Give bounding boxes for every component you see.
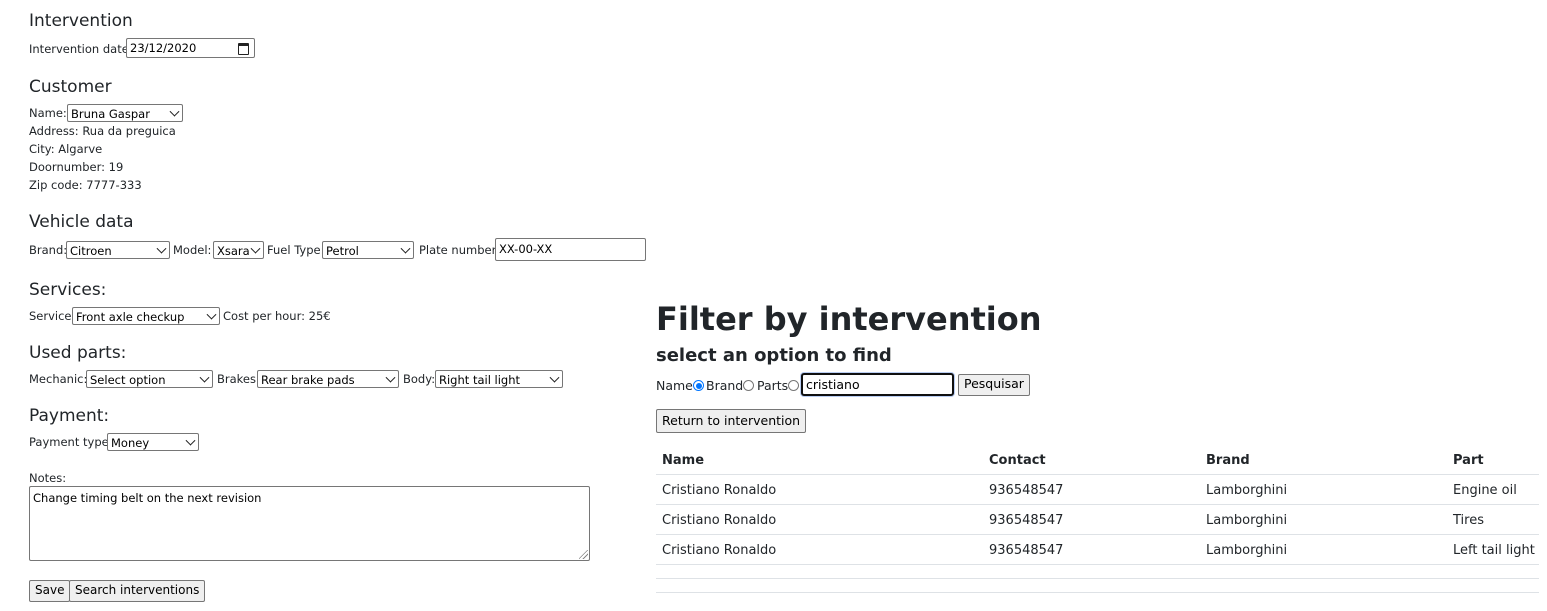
cell-part: Tires [1453,513,1484,528]
table-divider [656,474,1539,475]
chevron-down-icon [169,106,180,117]
chevron-down-icon [400,243,411,254]
parts-heading: Used parts: [29,343,127,363]
filter-title: Filter by intervention [656,300,1042,338]
search-interventions-button[interactable]: Search interventions [69,580,206,602]
mechanic-label: Mechanic: [29,372,88,386]
vehicle-fuel-select[interactable]: Petrol [322,241,414,259]
customer-name-select[interactable]: Bruna Gaspar [67,104,183,122]
cell-contact: 936548547 [989,543,1064,558]
radio-brand[interactable] [743,380,754,391]
radio-name[interactable] [693,380,704,391]
mechanic-select[interactable]: Select option [86,370,213,388]
resize-grip-icon[interactable] [579,550,588,559]
chevron-down-icon [185,435,196,446]
mechanic-value: Select option [90,373,166,387]
cell-contact: 936548547 [989,483,1064,498]
chevron-down-icon [549,372,560,383]
customer-heading: Customer [29,77,112,97]
chevron-down-icon [156,243,167,254]
cell-brand: Lamborghini [1206,483,1288,498]
radio-parts[interactable] [788,380,799,391]
radio-parts-label: Parts [757,378,789,393]
body-select[interactable]: Right tail light [435,370,563,388]
pesquisar-button[interactable]: Pesquisar [958,374,1030,396]
intervention-date-label: Intervention date: [29,42,133,56]
customer-name-label: Name: [29,106,67,120]
vehicle-model-label: Model: [173,243,212,257]
vehicle-model-select[interactable]: Xsara [213,241,264,259]
table-divider [656,578,1539,579]
chevron-down-icon [199,372,210,383]
vehicle-fuel-value: Petrol [326,244,359,258]
table-divider [656,504,1539,505]
vehicle-plate-label: Plate number: [419,243,500,257]
return-to-intervention-button[interactable]: Return to intervention [656,409,807,433]
filter-subtitle: select an option to find [656,345,892,366]
service-select[interactable]: Front axle checkup [72,307,220,325]
cost-per-hour: Cost per hour: 25€ [223,309,331,323]
customer-name-value: Bruna Gaspar [71,107,150,121]
payment-heading: Payment: [29,406,110,426]
page: Intervention Intervention date: 23/12/20… [0,0,1547,611]
brakes-select[interactable]: Rear brake pads [257,370,399,388]
radio-name-label: Name [656,378,693,393]
radio-brand-label: Brand [706,378,744,393]
notes-textarea[interactable]: Change timing belt on the next revision [29,486,590,561]
vehicle-brand-label: Brand: [29,243,68,257]
body-value: Right tail light [439,373,521,387]
customer-doornumber: Doornumber: 19 [29,160,124,174]
save-button[interactable]: Save [29,580,71,602]
payment-type-select[interactable]: Money [107,433,199,451]
cell-name: Cristiano Ronaldo [662,543,777,558]
payment-type-label: Payment type: [29,435,113,449]
cell-part: Left tail light [1453,543,1535,558]
table-divider [656,534,1539,535]
notes-label: Notes: [29,471,67,485]
customer-address: Address: Rua da preguica [29,124,176,138]
cell-name: Cristiano Ronaldo [662,513,777,528]
vehicle-fuel-label: Fuel Type: [267,243,325,257]
intervention-date-input[interactable]: 23/12/2020 [126,38,255,58]
notes-value: Change timing belt on the next revision [33,491,262,505]
intervention-heading: Intervention [29,11,133,31]
cell-part: Engine oil [1453,483,1517,498]
cell-contact: 936548547 [989,513,1064,528]
service-label: Service: [29,309,76,323]
column-header-brand: Brand [1206,453,1250,468]
calendar-icon[interactable] [238,43,249,55]
column-header-contact: Contact [989,453,1046,468]
chevron-down-icon [206,309,217,320]
vehicle-model-value: Xsara [217,244,250,258]
intervention-date-value: 23/12/2020 [130,41,197,55]
brakes-value: Rear brake pads [261,373,355,387]
vehicle-plate-input[interactable]: XX-00-XX [495,238,646,261]
vehicle-brand-value: Citroen [70,244,112,258]
body-label: Body: [403,372,436,386]
table-divider [656,564,1539,565]
customer-city: City: Algarve [29,142,103,156]
table-divider [656,592,1539,593]
cell-brand: Lamborghini [1206,513,1288,528]
customer-zip: Zip code: 7777-333 [29,178,142,192]
vehicle-heading: Vehicle data [29,212,134,232]
column-header-part: Part [1453,453,1484,468]
services-heading: Services: [29,280,107,300]
vehicle-brand-select[interactable]: Citroen [66,241,170,259]
filter-search-input[interactable]: cristiano [801,373,954,396]
brakes-label: Brakes: [217,372,260,386]
cell-brand: Lamborghini [1206,543,1288,558]
cell-name: Cristiano Ronaldo [662,483,777,498]
payment-type-value: Money [111,436,150,450]
service-value: Front axle checkup [76,310,185,324]
chevron-down-icon [250,243,261,254]
chevron-down-icon [385,372,396,383]
column-header-name: Name [662,453,705,468]
